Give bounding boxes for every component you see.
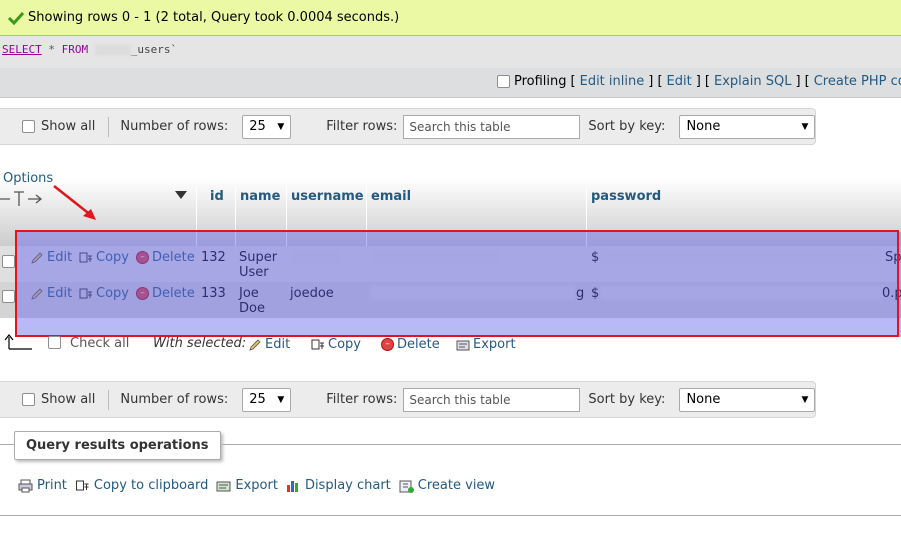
column-email-header[interactable]: email bbox=[371, 189, 411, 204]
sql-star: * bbox=[48, 43, 55, 56]
bottom-nav-controls: Show all Number of rows: 25 ▼ Filter rows… bbox=[22, 386, 816, 413]
row-checkbox[interactable] bbox=[2, 255, 15, 268]
row-checkbox[interactable] bbox=[2, 290, 15, 303]
bulk-delete-label: Delete bbox=[397, 337, 440, 352]
column-id-header[interactable]: id bbox=[210, 189, 224, 204]
column-password-header[interactable]: password bbox=[591, 189, 661, 204]
checkmark-icon bbox=[8, 11, 24, 25]
profiling-label: Profiling bbox=[514, 74, 567, 89]
create-view-label: Create view bbox=[417, 478, 496, 493]
copy-to-clipboard-label: Copy to clipboard bbox=[93, 478, 209, 493]
chevron-down-icon: ▼ bbox=[277, 121, 285, 132]
sql-select-keyword[interactable]: SELECT bbox=[2, 43, 42, 56]
options-link[interactable]: Options bbox=[3, 171, 53, 186]
edit-inline-link[interactable]: Edit inline bbox=[580, 74, 645, 89]
export-icon bbox=[456, 340, 470, 350]
copy-icon bbox=[311, 339, 324, 349]
pencil-icon bbox=[249, 338, 261, 351]
sort-by-key-label: Sort by key: bbox=[588, 119, 666, 134]
create-php-code-link[interactable]: Create PHP code bbox=[814, 74, 901, 89]
printer-icon bbox=[18, 479, 33, 492]
delete-icon: – bbox=[381, 338, 394, 351]
number-of-rows-value: 25 bbox=[249, 119, 266, 134]
bulk-export-button[interactable]: Export bbox=[456, 337, 516, 352]
bulk-copy-button[interactable]: Copy bbox=[311, 337, 361, 352]
filter-rows-input[interactable]: Search this table bbox=[403, 114, 581, 139]
bar-chart-icon bbox=[286, 480, 298, 492]
bracket-separator: ] [ bbox=[695, 74, 710, 89]
sort-dropdown-icon[interactable] bbox=[175, 191, 187, 200]
bracket: [ bbox=[570, 74, 576, 89]
number-of-rows-label: Number of rows: bbox=[120, 119, 229, 134]
create-view-link[interactable]: Create view bbox=[399, 478, 495, 493]
number-of-rows-select[interactable]: 25 ▼ bbox=[242, 114, 292, 139]
with-selected-label: With selected: bbox=[153, 336, 247, 351]
sql-query[interactable]: SELECT * FROM _users` bbox=[2, 43, 177, 56]
top-nav-controls: Show all Number of rows: 25 ▼ Filter rows… bbox=[22, 113, 816, 140]
display-chart-label: Display chart bbox=[304, 478, 391, 493]
chevron-down-icon: ▼ bbox=[801, 394, 809, 405]
display-chart-link[interactable]: Display chart bbox=[286, 478, 391, 493]
copy-icon bbox=[75, 480, 89, 490]
export-icon bbox=[216, 481, 231, 491]
bulk-edit-label: Edit bbox=[265, 337, 291, 352]
column-expand-icon[interactable] bbox=[0, 190, 44, 208]
query-results-operations-title: Query results operations bbox=[14, 431, 221, 460]
annotation-box bbox=[15, 230, 899, 337]
bulk-export-label: Export bbox=[473, 337, 516, 352]
filter-rows-input[interactable]: Search this table bbox=[403, 387, 581, 412]
explain-sql-link[interactable]: Explain SQL bbox=[714, 74, 791, 89]
sort-by-key-label: Sort by key: bbox=[588, 392, 666, 407]
show-all-label[interactable]: Show all bbox=[41, 392, 95, 407]
query-actions: Profiling [ Edit inline ] [ Edit ] [ Exp… bbox=[497, 74, 901, 89]
divider bbox=[108, 116, 110, 137]
sort-by-key-value: None bbox=[686, 392, 721, 407]
divider bbox=[108, 389, 110, 410]
redacted-table-prefix bbox=[94, 44, 131, 56]
show-all-checkbox[interactable] bbox=[22, 393, 35, 406]
edit-link[interactable]: Edit bbox=[667, 74, 692, 89]
panel-border-bottom bbox=[0, 515, 901, 516]
bulk-delete-button[interactable]: – Delete bbox=[381, 337, 440, 352]
success-message: Showing rows 0 - 1 (2 total, Query took … bbox=[28, 10, 400, 25]
print-label: Print bbox=[37, 478, 67, 493]
show-all-checkbox[interactable] bbox=[22, 120, 35, 133]
bracket-separator: ] [ bbox=[795, 74, 810, 89]
profiling-checkbox[interactable] bbox=[497, 75, 510, 88]
success-message-bar: Showing rows 0 - 1 (2 total, Query took … bbox=[0, 0, 901, 36]
filter-rows-label: Filter rows: bbox=[326, 392, 398, 407]
bulk-copy-label: Copy bbox=[328, 337, 361, 352]
number-of-rows-select[interactable]: 25 ▼ bbox=[242, 387, 292, 412]
sql-table-name: _users` bbox=[130, 43, 178, 56]
bracket-separator: ] [ bbox=[648, 74, 663, 89]
check-all-checkbox[interactable] bbox=[48, 336, 61, 349]
column-username-header[interactable]: username bbox=[291, 189, 364, 204]
create-view-icon bbox=[399, 480, 414, 493]
export-label: Export bbox=[235, 478, 278, 493]
show-all-label[interactable]: Show all bbox=[41, 119, 95, 134]
chevron-down-icon: ▼ bbox=[277, 394, 285, 405]
sort-by-key-value: None bbox=[686, 119, 721, 134]
export-link[interactable]: Export bbox=[216, 478, 278, 493]
sort-by-key-select[interactable]: None ▼ bbox=[679, 114, 816, 139]
number-of-rows-label: Number of rows: bbox=[120, 392, 229, 407]
column-name-header[interactable]: name bbox=[240, 189, 280, 204]
number-of-rows-value: 25 bbox=[249, 392, 266, 407]
query-results-operations: Print Copy to clipboard Export Display c… bbox=[18, 478, 495, 493]
print-link[interactable]: Print bbox=[18, 478, 67, 493]
sort-by-key-select[interactable]: None ▼ bbox=[679, 387, 816, 412]
chevron-down-icon: ▼ bbox=[801, 121, 809, 132]
sql-from-keyword: FROM bbox=[61, 43, 89, 56]
check-all-label[interactable]: Check all bbox=[70, 336, 129, 351]
bulk-edit-button[interactable]: Edit bbox=[248, 337, 290, 352]
copy-to-clipboard-link[interactable]: Copy to clipboard bbox=[75, 478, 208, 493]
arrow-ltr-icon bbox=[4, 334, 32, 350]
filter-rows-label: Filter rows: bbox=[326, 119, 398, 134]
arrow-annotation-icon bbox=[53, 185, 96, 220]
